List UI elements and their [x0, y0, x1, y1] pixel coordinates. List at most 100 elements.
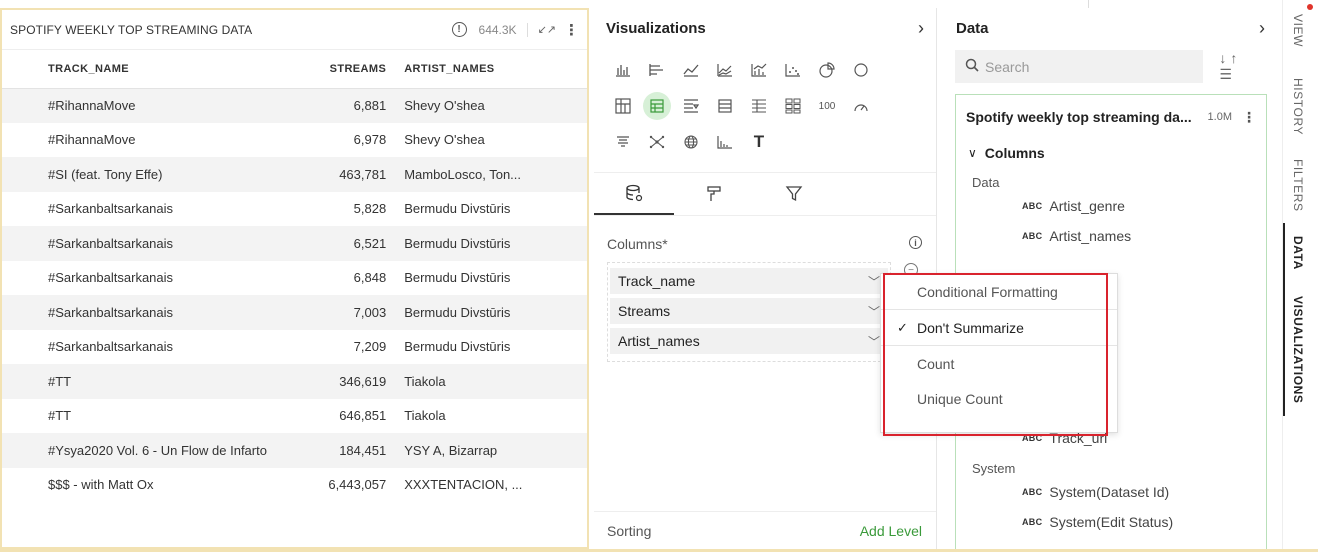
menu-item-count[interactable]: Count: [881, 346, 1117, 381]
visualizations-header: Visualizations ›: [594, 8, 936, 48]
globe-icon[interactable]: [674, 128, 708, 156]
rail-tab-view[interactable]: VIEW: [1291, 14, 1305, 47]
rail-tab-visualizations[interactable]: VISUALIZATIONS: [1291, 296, 1305, 404]
line-chart-icon[interactable]: [674, 56, 708, 84]
chevron-right-icon[interactable]: ›: [918, 18, 924, 39]
menu-item-unique-count[interactable]: Unique Count: [881, 381, 1117, 416]
column-header-track-name[interactable]: TRACK_NAME: [2, 50, 303, 89]
table-row[interactable]: #Sarkanbaltsarkanais 7,209 Bermudu Divstūr…: [2, 330, 587, 365]
group-label-system: System: [972, 461, 1016, 476]
network-icon[interactable]: [640, 128, 674, 156]
funnel-icon[interactable]: [606, 128, 640, 156]
chevron-right-icon[interactable]: ›: [1259, 18, 1265, 39]
table-row[interactable]: #TT 646,851 Tiakola: [2, 399, 587, 434]
horizontal-bar-icon[interactable]: [640, 56, 674, 84]
info-icon[interactable]: i: [909, 236, 922, 249]
rail-tab-filters[interactable]: FILTERS: [1291, 159, 1305, 212]
add-level-link[interactable]: Add Level: [860, 523, 922, 539]
more-options-icon[interactable]: ⋮: [564, 21, 579, 39]
data-header: Data ›: [938, 8, 1281, 48]
table-row[interactable]: #Sarkanbaltsarkanais 6,521 Bermudu Divstūr…: [2, 226, 587, 261]
data-table: TRACK_NAME STREAMS ARTIST_NAMES #Rihanna…: [2, 50, 587, 502]
sorting-section: Sorting Add Level: [594, 511, 936, 549]
text-type-icon: ABC: [1022, 517, 1043, 527]
viz-tabs: [594, 172, 936, 216]
dataset-title-row: Spotify weekly top streaming da... 1.0M …: [956, 95, 1266, 139]
table-row[interactable]: $$$ - with Matt Ox 6,443,057 XXXTENTACION,…: [2, 468, 587, 503]
text-type-icon: ABC: [1022, 201, 1043, 211]
active-indicator: [1283, 223, 1285, 416]
columns-section-header: Columns* i: [594, 216, 936, 252]
table-row[interactable]: #TT 346,619 Tiakola: [2, 364, 587, 399]
scatter-icon[interactable]: [776, 56, 810, 84]
columns-dropzone[interactable]: Track_name ﹀ Streams ﹀ Artist_names ﹀: [607, 262, 891, 362]
combo-chart-icon[interactable]: [742, 56, 776, 84]
search-input[interactable]: Search: [955, 50, 1204, 83]
search-placeholder: Search: [985, 58, 1030, 75]
columns-label: Columns*: [607, 236, 668, 252]
column-header-streams[interactable]: STREAMS: [302, 50, 405, 89]
menu-item-dont-summarize[interactable]: ✓ Don't Summarize: [881, 310, 1117, 345]
tab-format[interactable]: [674, 172, 754, 215]
field-artist-genre[interactable]: ABC Artist_genre: [956, 191, 1266, 221]
table-icon[interactable]: [643, 92, 671, 120]
search-row: Search ↓↑ ☰: [938, 50, 1281, 83]
menu-item-conditional-formatting[interactable]: Conditional Formatting: [881, 274, 1117, 309]
filter-table-icon[interactable]: [674, 92, 708, 120]
columns-toggle[interactable]: ∨ Columns: [956, 139, 1266, 167]
field-system-dataset-id[interactable]: ABC System(Dataset Id): [956, 477, 1266, 507]
rail-tab-history[interactable]: HISTORY: [1291, 78, 1305, 135]
chevron-down-icon[interactable]: ﹀: [868, 333, 880, 350]
table-row[interactable]: #RihannaMove 6,978 Shevy O'shea: [2, 123, 587, 158]
table-row[interactable]: #SI (feat. Tony Effe) 463,781 MamboLosco, …: [2, 157, 587, 192]
table-widget: SPOTIFY WEEKLY TOP STREAMING DATA ! 644.…: [0, 8, 589, 549]
text-type-icon: ABC: [1022, 487, 1043, 497]
column-pill-artist-names[interactable]: Artist_names ﹀: [610, 328, 888, 354]
visualizations-title: Visualizations: [606, 19, 706, 37]
chevron-down-icon[interactable]: ﹀: [868, 273, 880, 290]
text-icon[interactable]: T: [742, 128, 776, 156]
donut-icon[interactable]: [844, 56, 878, 84]
tab-data[interactable]: [594, 172, 674, 215]
area-chart-icon[interactable]: [708, 56, 742, 84]
table-row[interactable]: #RihannaMove 6,881 Shevy O'shea: [2, 88, 587, 123]
table-row[interactable]: #Sarkanbaltsarkanais 6,848 Bermudu Divstūr…: [2, 261, 587, 296]
group-label-data: Data: [972, 175, 1000, 190]
bar-chart-icon[interactable]: [606, 56, 640, 84]
kpi-icon[interactable]: 100: [810, 92, 844, 120]
grid-icon[interactable]: [708, 92, 742, 120]
field-artist-names[interactable]: ABC Artist_names: [956, 221, 1266, 251]
more-options-icon[interactable]: ⋮: [1242, 109, 1256, 126]
check-icon: ✓: [897, 319, 908, 335]
aggregation-menu: Conditional Formatting ✓ Don't Summarize…: [880, 273, 1118, 433]
column-pill-track-name[interactable]: Track_name ﹀: [610, 268, 888, 294]
table-row[interactable]: #Sarkanbaltsarkanais 5,828 Bermudu Divstūr…: [2, 192, 587, 227]
column-header-artist-names[interactable]: ARTIST_NAMES: [404, 50, 587, 89]
search-icon: [965, 58, 979, 75]
side-rail: VIEW HISTORY FILTERS DATA VISUALIZATIONS: [1282, 0, 1318, 552]
table-row[interactable]: #Ysya2020 Vol. 6 - Un Flow de Infarto 184…: [2, 433, 587, 468]
gauge-icon[interactable]: [844, 92, 878, 120]
table-row[interactable]: #Sarkanbaltsarkanais 7,003 Bermudu Divstūr…: [2, 295, 587, 330]
pivot-table-icon[interactable]: [606, 92, 640, 120]
expand-icon[interactable]: ↙↗: [538, 23, 556, 36]
info-icon[interactable]: !: [451, 22, 467, 37]
rail-tab-data[interactable]: DATA: [1291, 236, 1305, 270]
sort-icon[interactable]: ↓↑ ☰: [1219, 50, 1265, 83]
histogram-icon[interactable]: [708, 128, 742, 156]
tiles-icon[interactable]: [776, 92, 810, 120]
notification-dot: [1307, 4, 1313, 10]
table-title: SPOTIFY WEEKLY TOP STREAMING DATA: [10, 22, 253, 37]
column-pill-streams[interactable]: Streams ﹀: [610, 298, 888, 324]
list-icon[interactable]: [742, 92, 776, 120]
chevron-down-icon[interactable]: ﹀: [868, 303, 880, 320]
chevron-down-icon: ∨: [968, 146, 977, 160]
tab-filter[interactable]: [754, 172, 834, 215]
text-type-icon: ABC: [1022, 433, 1043, 443]
pie-chart-icon[interactable]: [810, 56, 844, 84]
sorting-label: Sorting: [607, 522, 652, 539]
dataset-name[interactable]: Spotify weekly top streaming da...: [966, 109, 1200, 125]
field-system-edit-status[interactable]: ABC System(Edit Status): [956, 507, 1266, 537]
dataset-size: 1.0M: [1207, 111, 1232, 123]
data-title: Data: [956, 19, 989, 37]
